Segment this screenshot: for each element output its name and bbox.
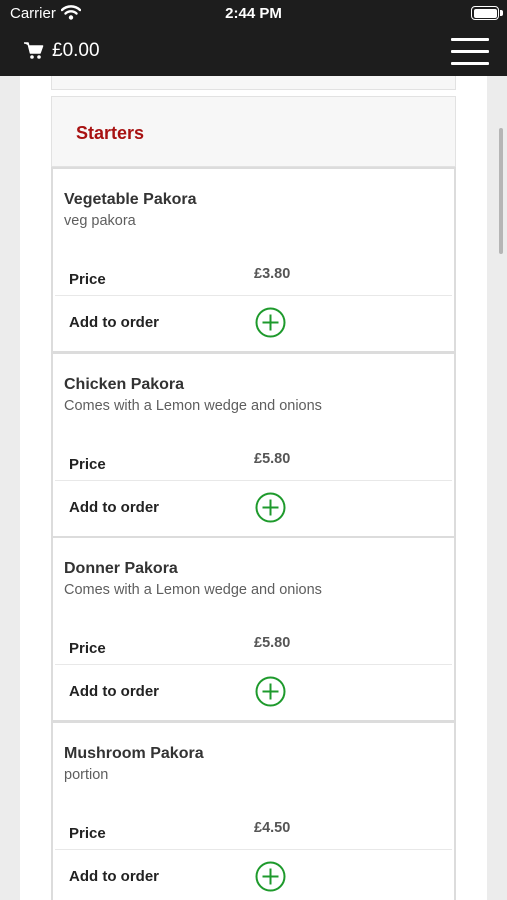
item-price: £5.80	[254, 635, 291, 651]
price-label: Price	[69, 456, 106, 473]
menu-item-card: Chicken Pakora Comes with a Lemon wedge …	[51, 352, 456, 538]
app-header: £0.00	[0, 28, 507, 76]
price-label: Price	[69, 825, 106, 842]
add-to-order-label: Add to order	[69, 314, 159, 331]
section-header: Starters	[51, 96, 456, 167]
add-to-order-label: Add to order	[69, 868, 159, 885]
item-price: £5.80	[254, 451, 291, 467]
divider	[55, 295, 452, 296]
add-circle-icon[interactable]	[255, 861, 286, 892]
clock: 2:44 PM	[225, 5, 282, 22]
add-circle-icon[interactable]	[255, 307, 286, 338]
cart-icon[interactable]	[24, 41, 44, 66]
item-description: portion	[64, 767, 109, 783]
menu-item-card: Donner Pakora Comes with a Lemon wedge a…	[51, 536, 456, 722]
add-circle-icon[interactable]	[255, 676, 286, 707]
cart-total[interactable]: £0.00	[52, 40, 100, 62]
menu-item-card: Vegetable Pakora veg pakora Price £3.80 …	[51, 167, 456, 353]
item-price: £4.50	[254, 820, 291, 836]
item-price: £3.80	[254, 266, 291, 282]
menu-item-card: Mushroom Pakora portion Price £4.50 Add …	[51, 721, 456, 900]
item-name: Donner Pakora	[64, 560, 178, 577]
item-description: veg pakora	[64, 213, 136, 229]
hamburger-menu-icon[interactable]	[451, 38, 489, 66]
item-description: Comes with a Lemon wedge and onions	[64, 582, 322, 598]
divider	[55, 849, 452, 850]
previous-section-card	[51, 76, 456, 90]
add-circle-icon[interactable]	[255, 492, 286, 523]
item-name: Mushroom Pakora	[64, 745, 204, 762]
battery-icon	[471, 6, 503, 20]
price-label: Price	[69, 271, 106, 288]
price-label: Price	[69, 640, 106, 657]
scrollbar[interactable]	[499, 128, 503, 254]
section-title: Starters	[76, 123, 145, 143]
divider	[55, 664, 452, 665]
item-name: Chicken Pakora	[64, 376, 185, 393]
menu-page: Starters Vegetable Pakora veg pakora Pri…	[20, 76, 487, 900]
item-description: Comes with a Lemon wedge and onions	[64, 398, 322, 414]
add-to-order-label: Add to order	[69, 499, 159, 516]
item-name: Vegetable Pakora	[64, 191, 197, 208]
status-bar: Carrier 2:44 PM	[0, 0, 507, 28]
divider	[55, 480, 452, 481]
add-to-order-label: Add to order	[69, 683, 159, 700]
